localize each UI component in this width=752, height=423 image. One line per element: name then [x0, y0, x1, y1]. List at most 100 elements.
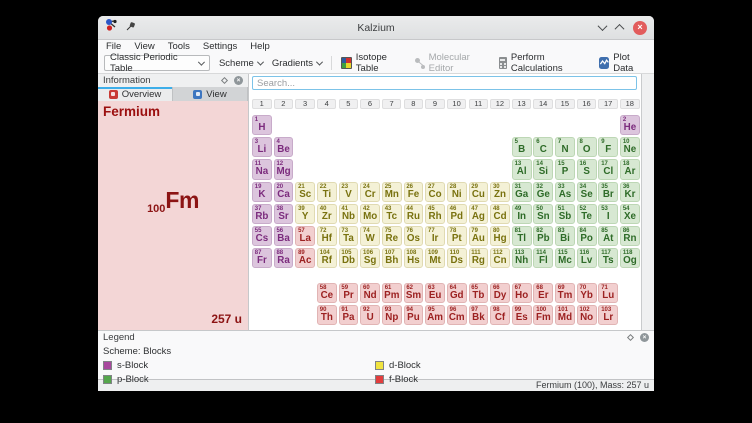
element-I[interactable]: 53I: [598, 204, 618, 224]
element-Kr[interactable]: 36Kr: [620, 182, 640, 202]
element-Og[interactable]: 118Og: [620, 248, 640, 268]
tab-overview[interactable]: Overview: [98, 87, 173, 101]
element-Db[interactable]: 105Db: [339, 248, 359, 268]
element-Bh[interactable]: 107Bh: [382, 248, 402, 268]
element-Mg[interactable]: 12Mg: [274, 159, 294, 179]
element-Np[interactable]: 93Np: [382, 305, 402, 325]
element-Ca[interactable]: 20Ca: [274, 182, 294, 202]
element-Pa[interactable]: 91Pa: [339, 305, 359, 325]
element-Hs[interactable]: 108Hs: [404, 248, 424, 268]
element-Fm[interactable]: 100Fm: [533, 305, 553, 325]
element-Sb[interactable]: 51Sb: [555, 204, 575, 224]
element-F[interactable]: 9F: [598, 137, 618, 157]
gradients-dropdown[interactable]: Gradients: [272, 58, 322, 69]
element-Li[interactable]: 3Li: [252, 137, 272, 157]
element-H[interactable]: 1H: [252, 115, 272, 135]
element-Sc[interactable]: 21Sc: [295, 182, 315, 202]
element-Mt[interactable]: 109Mt: [425, 248, 445, 268]
element-Ds[interactable]: 110Ds: [447, 248, 467, 268]
close-button[interactable]: ×: [633, 21, 647, 35]
element-Al[interactable]: 13Al: [512, 159, 532, 179]
element-Gd[interactable]: 64Gd: [447, 283, 467, 303]
element-Pr[interactable]: 59Pr: [339, 283, 359, 303]
element-As[interactable]: 33As: [555, 182, 575, 202]
element-Cs[interactable]: 55Cs: [252, 226, 272, 246]
element-Mc[interactable]: 115Mc: [555, 248, 575, 268]
element-V[interactable]: 23V: [339, 182, 359, 202]
element-K[interactable]: 19K: [252, 182, 272, 202]
element-Cm[interactable]: 96Cm: [447, 305, 467, 325]
element-No[interactable]: 102No: [577, 305, 597, 325]
element-Cl[interactable]: 17Cl: [598, 159, 618, 179]
element-Rg[interactable]: 111Rg: [469, 248, 489, 268]
element-Cn[interactable]: 112Cn: [490, 248, 510, 268]
element-Re[interactable]: 75Re: [382, 226, 402, 246]
element-Sn[interactable]: 50Sn: [533, 204, 553, 224]
element-La[interactable]: 57La: [295, 226, 315, 246]
element-Ti[interactable]: 22Ti: [317, 182, 337, 202]
scheme-dropdown[interactable]: Scheme: [219, 58, 263, 69]
element-S[interactable]: 16S: [577, 159, 597, 179]
element-Yb[interactable]: 70Yb: [577, 283, 597, 303]
tab-view[interactable]: View: [173, 87, 248, 101]
element-Eu[interactable]: 63Eu: [425, 283, 445, 303]
element-Sg[interactable]: 106Sg: [360, 248, 380, 268]
element-B[interactable]: 5B: [512, 137, 532, 157]
element-Nh[interactable]: 113Nh: [512, 248, 532, 268]
element-Tm[interactable]: 69Tm: [555, 283, 575, 303]
plot-data-button[interactable]: Plot Data: [599, 52, 648, 74]
element-Cu[interactable]: 29Cu: [469, 182, 489, 202]
dock-float-button[interactable]: [221, 77, 228, 84]
element-Br[interactable]: 35Br: [598, 182, 618, 202]
element-O[interactable]: 8O: [577, 137, 597, 157]
element-Na[interactable]: 11Na: [252, 159, 272, 179]
element-Nb[interactable]: 41Nb: [339, 204, 359, 224]
element-Fe[interactable]: 26Fe: [404, 182, 424, 202]
element-Pu[interactable]: 94Pu: [404, 305, 424, 325]
dock-close-button[interactable]: ×: [234, 76, 243, 85]
element-Ru[interactable]: 44Ru: [404, 204, 424, 224]
element-Ce[interactable]: 58Ce: [317, 283, 337, 303]
element-Sm[interactable]: 62Sm: [404, 283, 424, 303]
element-Sr[interactable]: 38Sr: [274, 204, 294, 224]
element-Lr[interactable]: 103Lr: [598, 305, 618, 325]
element-Lu[interactable]: 71Lu: [598, 283, 618, 303]
element-Lv[interactable]: 116Lv: [577, 248, 597, 268]
element-Ir[interactable]: 77Ir: [425, 226, 445, 246]
element-Be[interactable]: 4Be: [274, 137, 294, 157]
element-Rh[interactable]: 45Rh: [425, 204, 445, 224]
element-Te[interactable]: 52Te: [577, 204, 597, 224]
element-N[interactable]: 7N: [555, 137, 575, 157]
element-Rb[interactable]: 37Rb: [252, 204, 272, 224]
element-At[interactable]: 85At: [598, 226, 618, 246]
element-Tl[interactable]: 81Tl: [512, 226, 532, 246]
element-Se[interactable]: 34Se: [577, 182, 597, 202]
menu-view[interactable]: View: [134, 41, 154, 52]
menu-file[interactable]: File: [106, 41, 121, 52]
element-Os[interactable]: 76Os: [404, 226, 424, 246]
element-Tb[interactable]: 65Tb: [469, 283, 489, 303]
element-W[interactable]: 74W: [360, 226, 380, 246]
menu-tools[interactable]: Tools: [168, 41, 190, 52]
element-Ts[interactable]: 117Ts: [598, 248, 618, 268]
element-Po[interactable]: 84Po: [577, 226, 597, 246]
perform-calculations-button[interactable]: Perform Calculations: [499, 52, 590, 74]
element-Bi[interactable]: 83Bi: [555, 226, 575, 246]
titlebar[interactable]: Kalzium: [98, 16, 654, 40]
element-Ra[interactable]: 88Ra: [274, 248, 294, 268]
minimize-button[interactable]: [598, 21, 608, 31]
element-Hf[interactable]: 72Hf: [317, 226, 337, 246]
element-Th[interactable]: 90Th: [317, 305, 337, 325]
element-Zr[interactable]: 40Zr: [317, 204, 337, 224]
pin-icon[interactable]: [125, 19, 136, 37]
element-Ho[interactable]: 67Ho: [512, 283, 532, 303]
element-Ba[interactable]: 56Ba: [274, 226, 294, 246]
element-Pb[interactable]: 82Pb: [533, 226, 553, 246]
table-view-select[interactable]: Classic Periodic Table: [104, 55, 210, 71]
element-Tc[interactable]: 43Tc: [382, 204, 402, 224]
element-Rf[interactable]: 104Rf: [317, 248, 337, 268]
element-Si[interactable]: 14Si: [533, 159, 553, 179]
element-Ni[interactable]: 28Ni: [447, 182, 467, 202]
element-Fl[interactable]: 114Fl: [533, 248, 553, 268]
legend-close-button[interactable]: ×: [640, 333, 649, 342]
